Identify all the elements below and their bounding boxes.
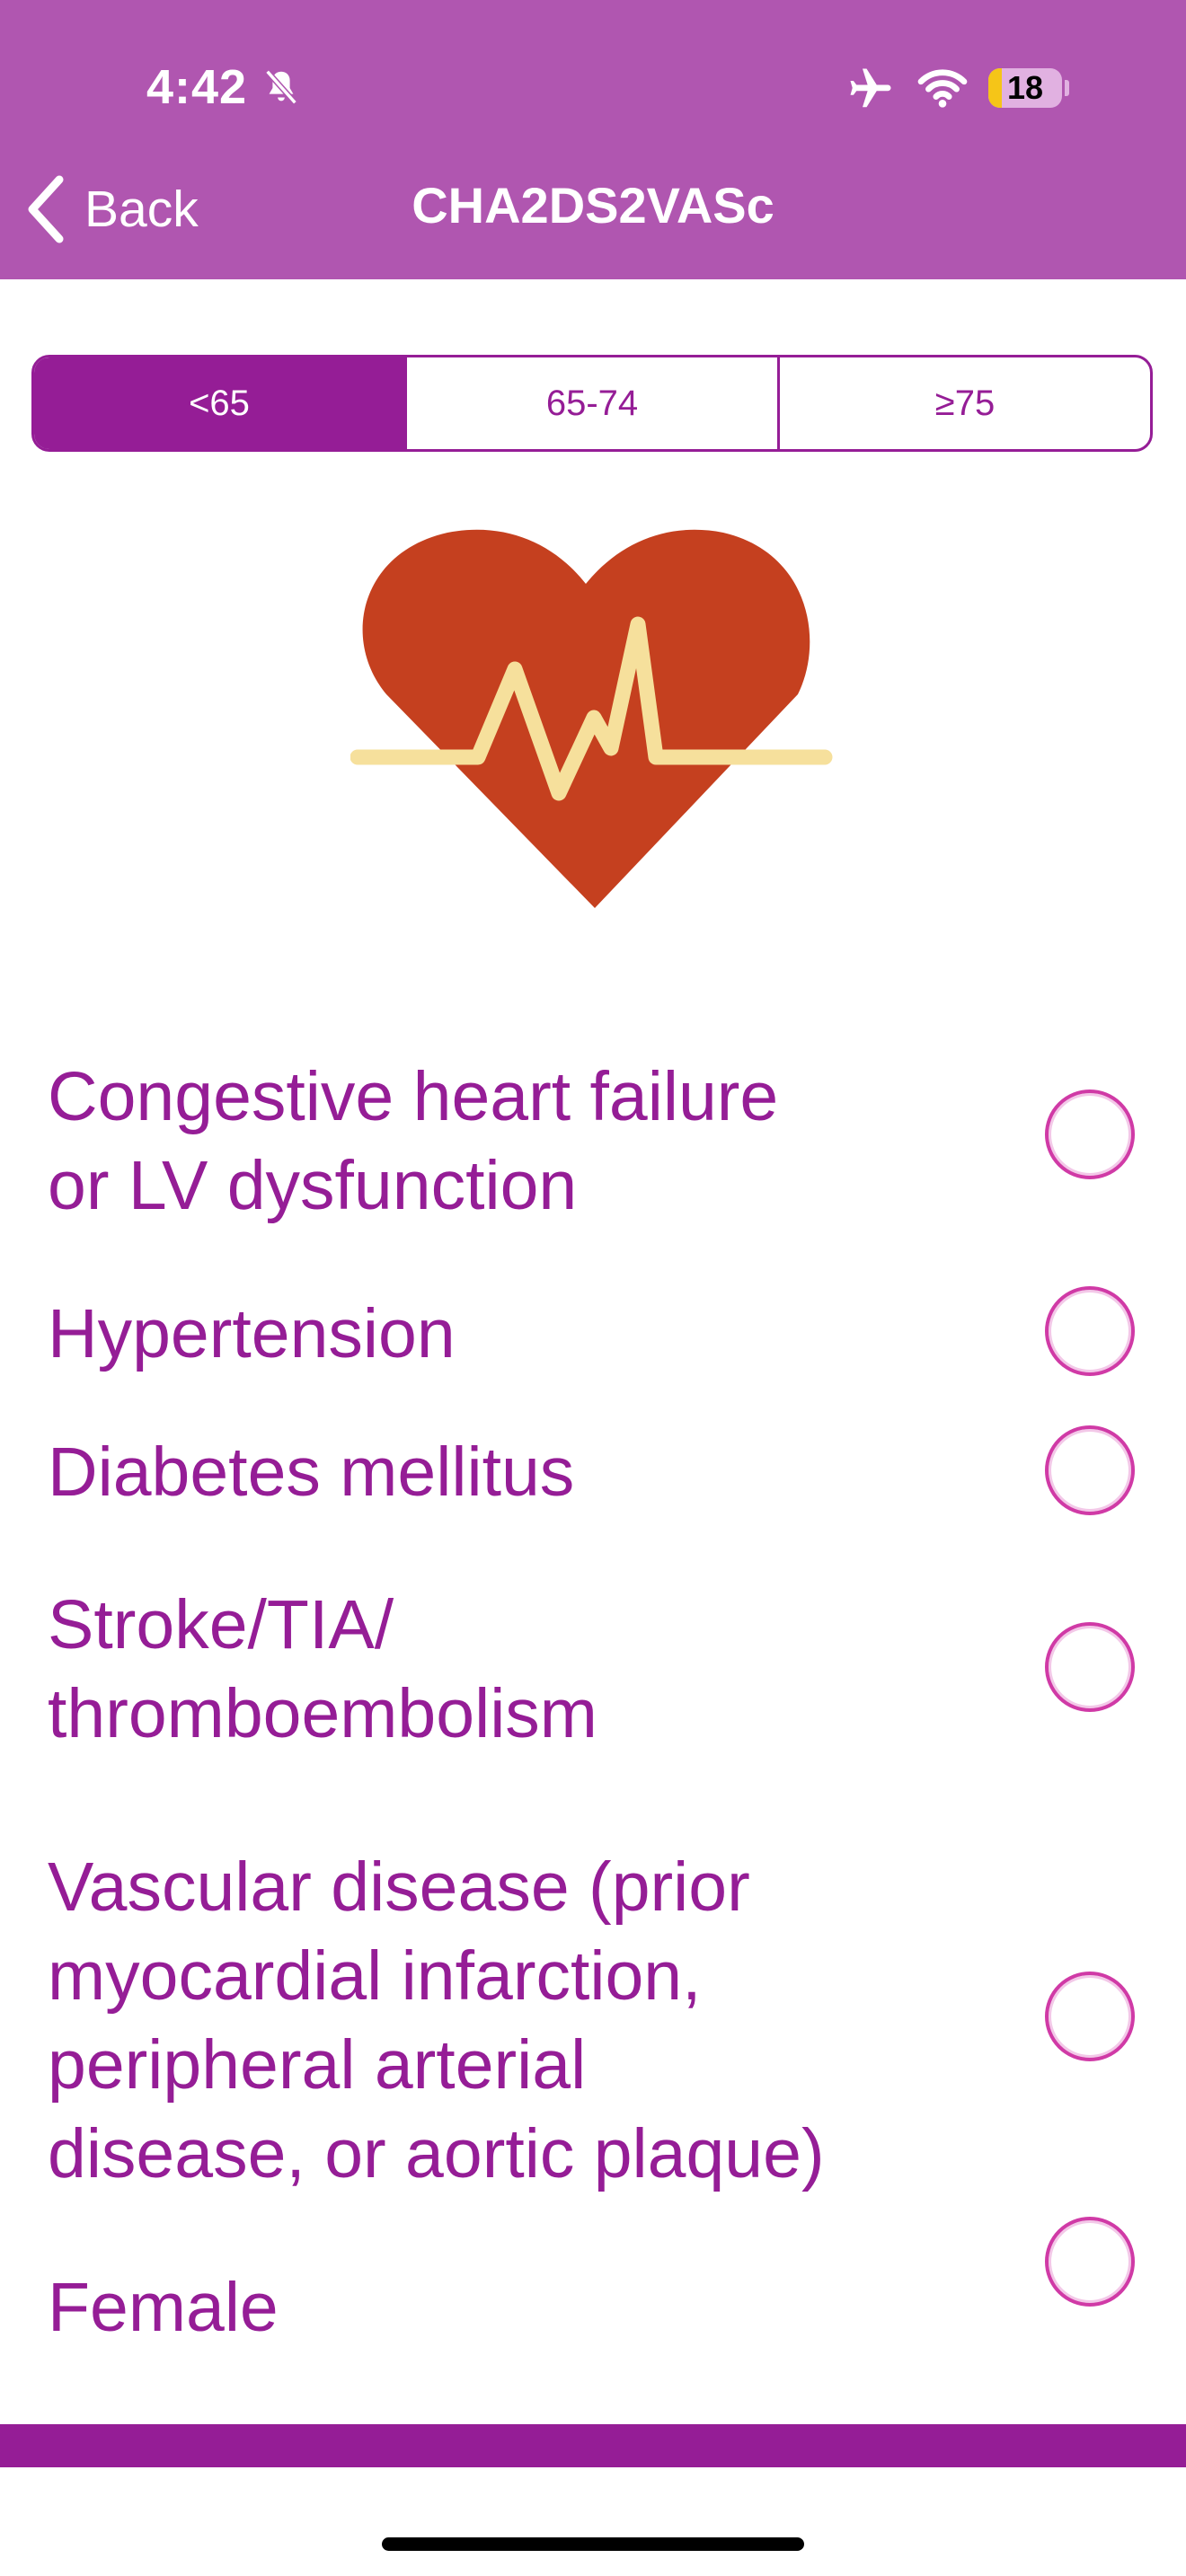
- criterion-label-line: Diabetes mellitus: [48, 1434, 575, 1511]
- back-button[interactable]: Back: [23, 172, 199, 246]
- criterion-label-line: peripheral arterial: [48, 2026, 587, 2104]
- criterion-label: Congestive heart failure or LV dysfunctio…: [48, 1053, 778, 1231]
- wifi-icon: [917, 69, 968, 108]
- criterion-radio[interactable]: [1045, 1972, 1135, 2061]
- age-segment-0[interactable]: <65: [34, 357, 404, 449]
- criterion-radio[interactable]: [1045, 2217, 1135, 2307]
- footer-bar: [0, 2424, 1186, 2467]
- bell-slash-icon: [265, 69, 297, 105]
- battery-level: 18: [1006, 69, 1044, 106]
- criterion-radio[interactable]: [1045, 1090, 1135, 1179]
- navigation-header: 4:42 18 Back CHA2DS2VASc: [0, 0, 1186, 279]
- age-segmented-control: <65 65-74 ≥75: [31, 355, 1153, 452]
- age-segment-1[interactable]: 65-74: [404, 357, 777, 449]
- criterion-label: Stroke/TIA/thromboembolism: [48, 1581, 597, 1759]
- criterion-label-line: disease, or aortic plaque): [48, 2115, 825, 2192]
- criterion-radio[interactable]: [1045, 1622, 1135, 1712]
- criterion-label: Hypertension: [48, 1290, 456, 1379]
- heart-pulse-icon: [350, 529, 833, 908]
- airplane-icon: [850, 68, 891, 108]
- criterion-label: Vascular disease (prior myocardial infarc…: [48, 1843, 825, 2199]
- criterion-label-line: or LV dysfunction: [48, 1147, 578, 1224]
- criterion-label: Diabetes mellitus: [48, 1428, 574, 1517]
- back-label: Back: [84, 181, 199, 238]
- criterion-label-line: thromboembolism: [48, 1675, 597, 1752]
- criterion-radio[interactable]: [1045, 1425, 1135, 1515]
- criterion-label-line: Congestive heart failure: [48, 1058, 779, 1135]
- battery-cap: [1065, 80, 1069, 96]
- criterion-label: Female: [48, 2263, 279, 2352]
- criterion-label-line: Vascular disease (prior: [48, 1848, 750, 1926]
- criterion-label-line: Stroke/TIA/: [48, 1586, 394, 1663]
- criterion-radio[interactable]: [1045, 1286, 1135, 1376]
- criterion-label-line: Female: [48, 2269, 279, 2346]
- page-title: CHA2DS2VASc: [412, 177, 774, 234]
- home-indicator: [382, 2537, 804, 2551]
- age-segment-2[interactable]: ≥75: [777, 357, 1150, 449]
- criterion-label-line: myocardial infarction,: [48, 1937, 702, 2015]
- battery-indicator: 18: [988, 68, 1062, 108]
- status-time: 4:42: [146, 60, 248, 114]
- criterion-label-line: Hypertension: [48, 1295, 456, 1372]
- chevron-left-icon: [28, 175, 64, 243]
